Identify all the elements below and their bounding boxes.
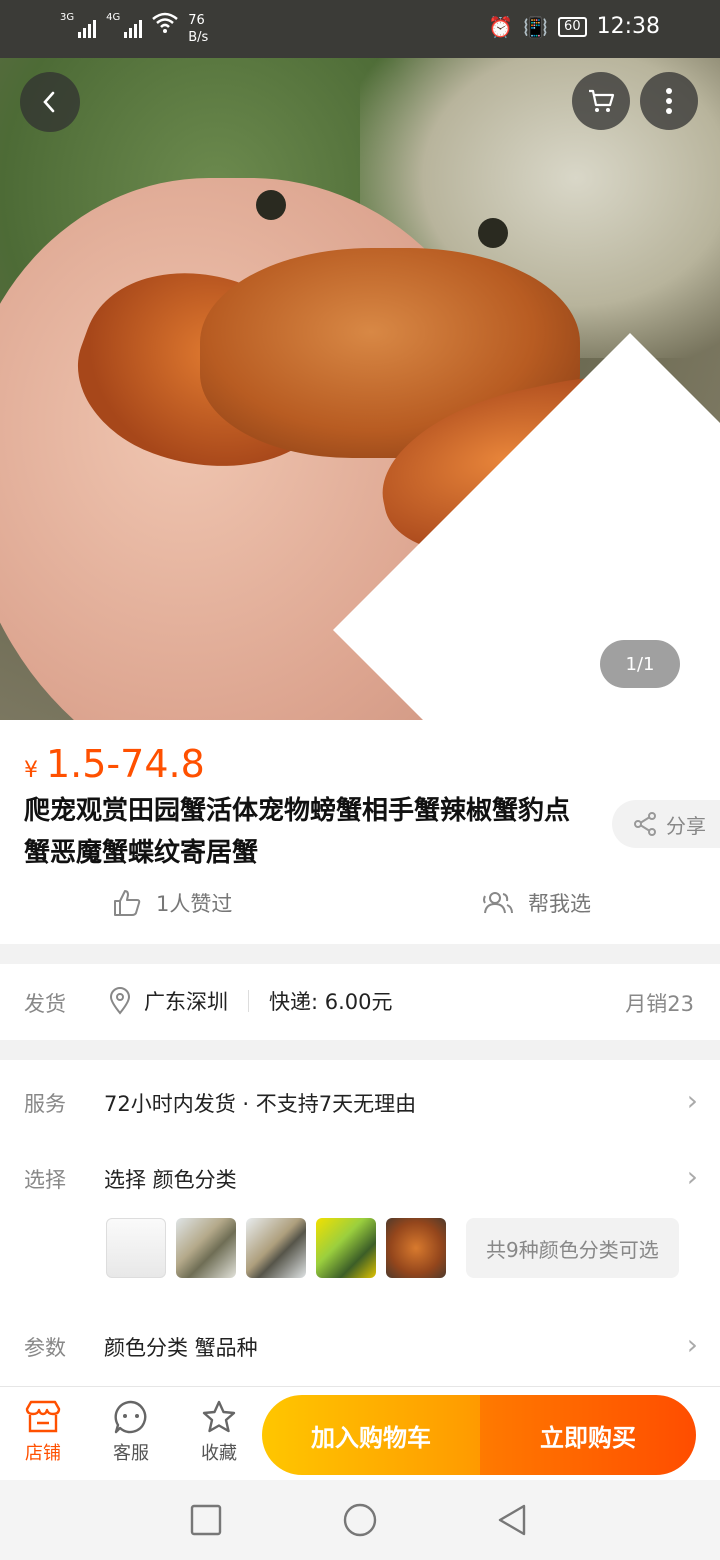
chevron-right-icon: ›: [686, 1328, 698, 1361]
share-icon: [634, 812, 656, 836]
battery-indicator: 60: [558, 16, 587, 37]
store-icon: [25, 1400, 61, 1433]
signal-label: 3G: [60, 12, 75, 23]
back-button[interactable]: [20, 72, 80, 132]
buy-now-button[interactable]: 立即购买: [480, 1395, 696, 1475]
select-label: 选择: [24, 1168, 66, 1192]
shipping-label: 发货: [24, 992, 66, 1016]
like-button[interactable]: 1人赞过: [112, 888, 232, 918]
bottom-action-bar: 店铺 客服 收藏 加入购物车 立即购买: [0, 1386, 720, 1480]
product-info: ¥ 1.5-74.8 爬宠观赏田园蟹活体宠物螃蟹相手蟹辣椒蟹豹点蟹恶魔蟹蝶纹寄居…: [0, 720, 720, 944]
clock: 12:38: [596, 14, 660, 39]
shop-label: 店铺: [25, 1443, 61, 1464]
variant-thumbnail[interactable]: [386, 1218, 446, 1278]
back-icon: [43, 91, 55, 113]
favorite-button[interactable]: 收藏: [184, 1399, 254, 1465]
share-label: 分享: [666, 813, 706, 838]
more-icon: [666, 88, 672, 114]
price: ¥ 1.5-74.8: [24, 742, 205, 786]
currency-symbol: ¥: [24, 758, 38, 783]
service-label: 服务: [24, 1092, 66, 1116]
service-value: 72小时内发货 · 不支持7天无理由: [104, 1092, 417, 1116]
alarm-icon: ⏰: [488, 14, 514, 39]
help-choose-button[interactable]: 帮我选: [482, 888, 591, 918]
price-value: 1.5-74.8: [46, 742, 205, 786]
shop-button[interactable]: 店铺: [8, 1399, 78, 1465]
options-section: 服务 72小时内发货 · 不支持7天无理由 › 选择 选择 颜色分类 › 共9种…: [0, 1060, 720, 1386]
customer-service-button[interactable]: 客服: [96, 1399, 166, 1465]
vibrate-icon: 📳: [523, 14, 549, 39]
shipping-row: 发货 广东深圳 快递: 6.00元 月销23: [0, 964, 720, 1040]
select-value: 选择 颜色分类: [104, 1168, 237, 1192]
back-nav-icon[interactable]: [494, 1502, 530, 1538]
image-counter: 1/1: [600, 640, 680, 688]
cart-icon: [589, 89, 615, 112]
star-icon: [202, 1400, 236, 1433]
variant-thumbnails: 共9种颜色分类可选: [106, 1218, 679, 1278]
recents-icon[interactable]: [188, 1502, 224, 1538]
favorite-label: 收藏: [201, 1443, 237, 1464]
people-icon: [483, 892, 513, 914]
monthly-sales: 月销23: [625, 992, 694, 1016]
params-label: 参数: [24, 1336, 66, 1360]
variant-thumbnail[interactable]: [246, 1218, 306, 1278]
more-variants-button[interactable]: 共9种颜色分类可选: [466, 1218, 679, 1278]
add-to-cart-button[interactable]: 加入购物车: [262, 1395, 480, 1475]
status-bar: 3G 4G 76 B/s ⏰ 📳 60 12:38: [0, 0, 720, 58]
signal-label: 4G: [106, 12, 121, 23]
chevron-right-icon: ›: [686, 1160, 698, 1193]
cart-button[interactable]: [572, 72, 630, 130]
signal-4g-icon: 4G: [106, 12, 143, 38]
chat-icon: [114, 1400, 147, 1434]
express-fee: 快递: 6.00元: [269, 990, 393, 1014]
chevron-right-icon: ›: [686, 1084, 698, 1117]
variant-thumbnail[interactable]: [106, 1218, 166, 1278]
variant-thumbnail[interactable]: [176, 1218, 236, 1278]
service-label: 客服: [113, 1443, 149, 1464]
location-icon: [109, 987, 131, 1015]
ship-from-location: 广东深圳: [144, 990, 228, 1014]
thumb-up-icon: [114, 890, 141, 916]
product-title: 爬宠观赏田园蟹活体宠物螃蟹相手蟹辣椒蟹豹点蟹恶魔蟹蝶纹寄居蟹: [24, 796, 571, 868]
product-image[interactable]: [0, 58, 720, 720]
variant-thumbnail[interactable]: [316, 1218, 376, 1278]
select-row[interactable]: 选择 选择 颜色分类 ›: [0, 1158, 720, 1198]
more-button[interactable]: [640, 72, 698, 130]
home-icon[interactable]: [342, 1502, 378, 1538]
params-value: 颜色分类 蟹品种: [104, 1336, 258, 1360]
help-label: 帮我选: [528, 892, 591, 916]
wifi-icon: [152, 12, 179, 33]
speed-value: 76: [188, 13, 205, 28]
signal-3g-icon: 3G: [60, 12, 97, 38]
share-button[interactable]: 分享: [612, 800, 720, 848]
params-row[interactable]: 参数 颜色分类 蟹品种 ›: [0, 1326, 720, 1366]
speed-unit: B/s: [188, 30, 209, 45]
service-row[interactable]: 服务 72小时内发货 · 不支持7天无理由 ›: [0, 1082, 720, 1122]
likes-label: 1人赞过: [156, 892, 233, 916]
network-speed: 76 B/s: [188, 12, 208, 46]
system-navigation-bar: [0, 1480, 720, 1560]
